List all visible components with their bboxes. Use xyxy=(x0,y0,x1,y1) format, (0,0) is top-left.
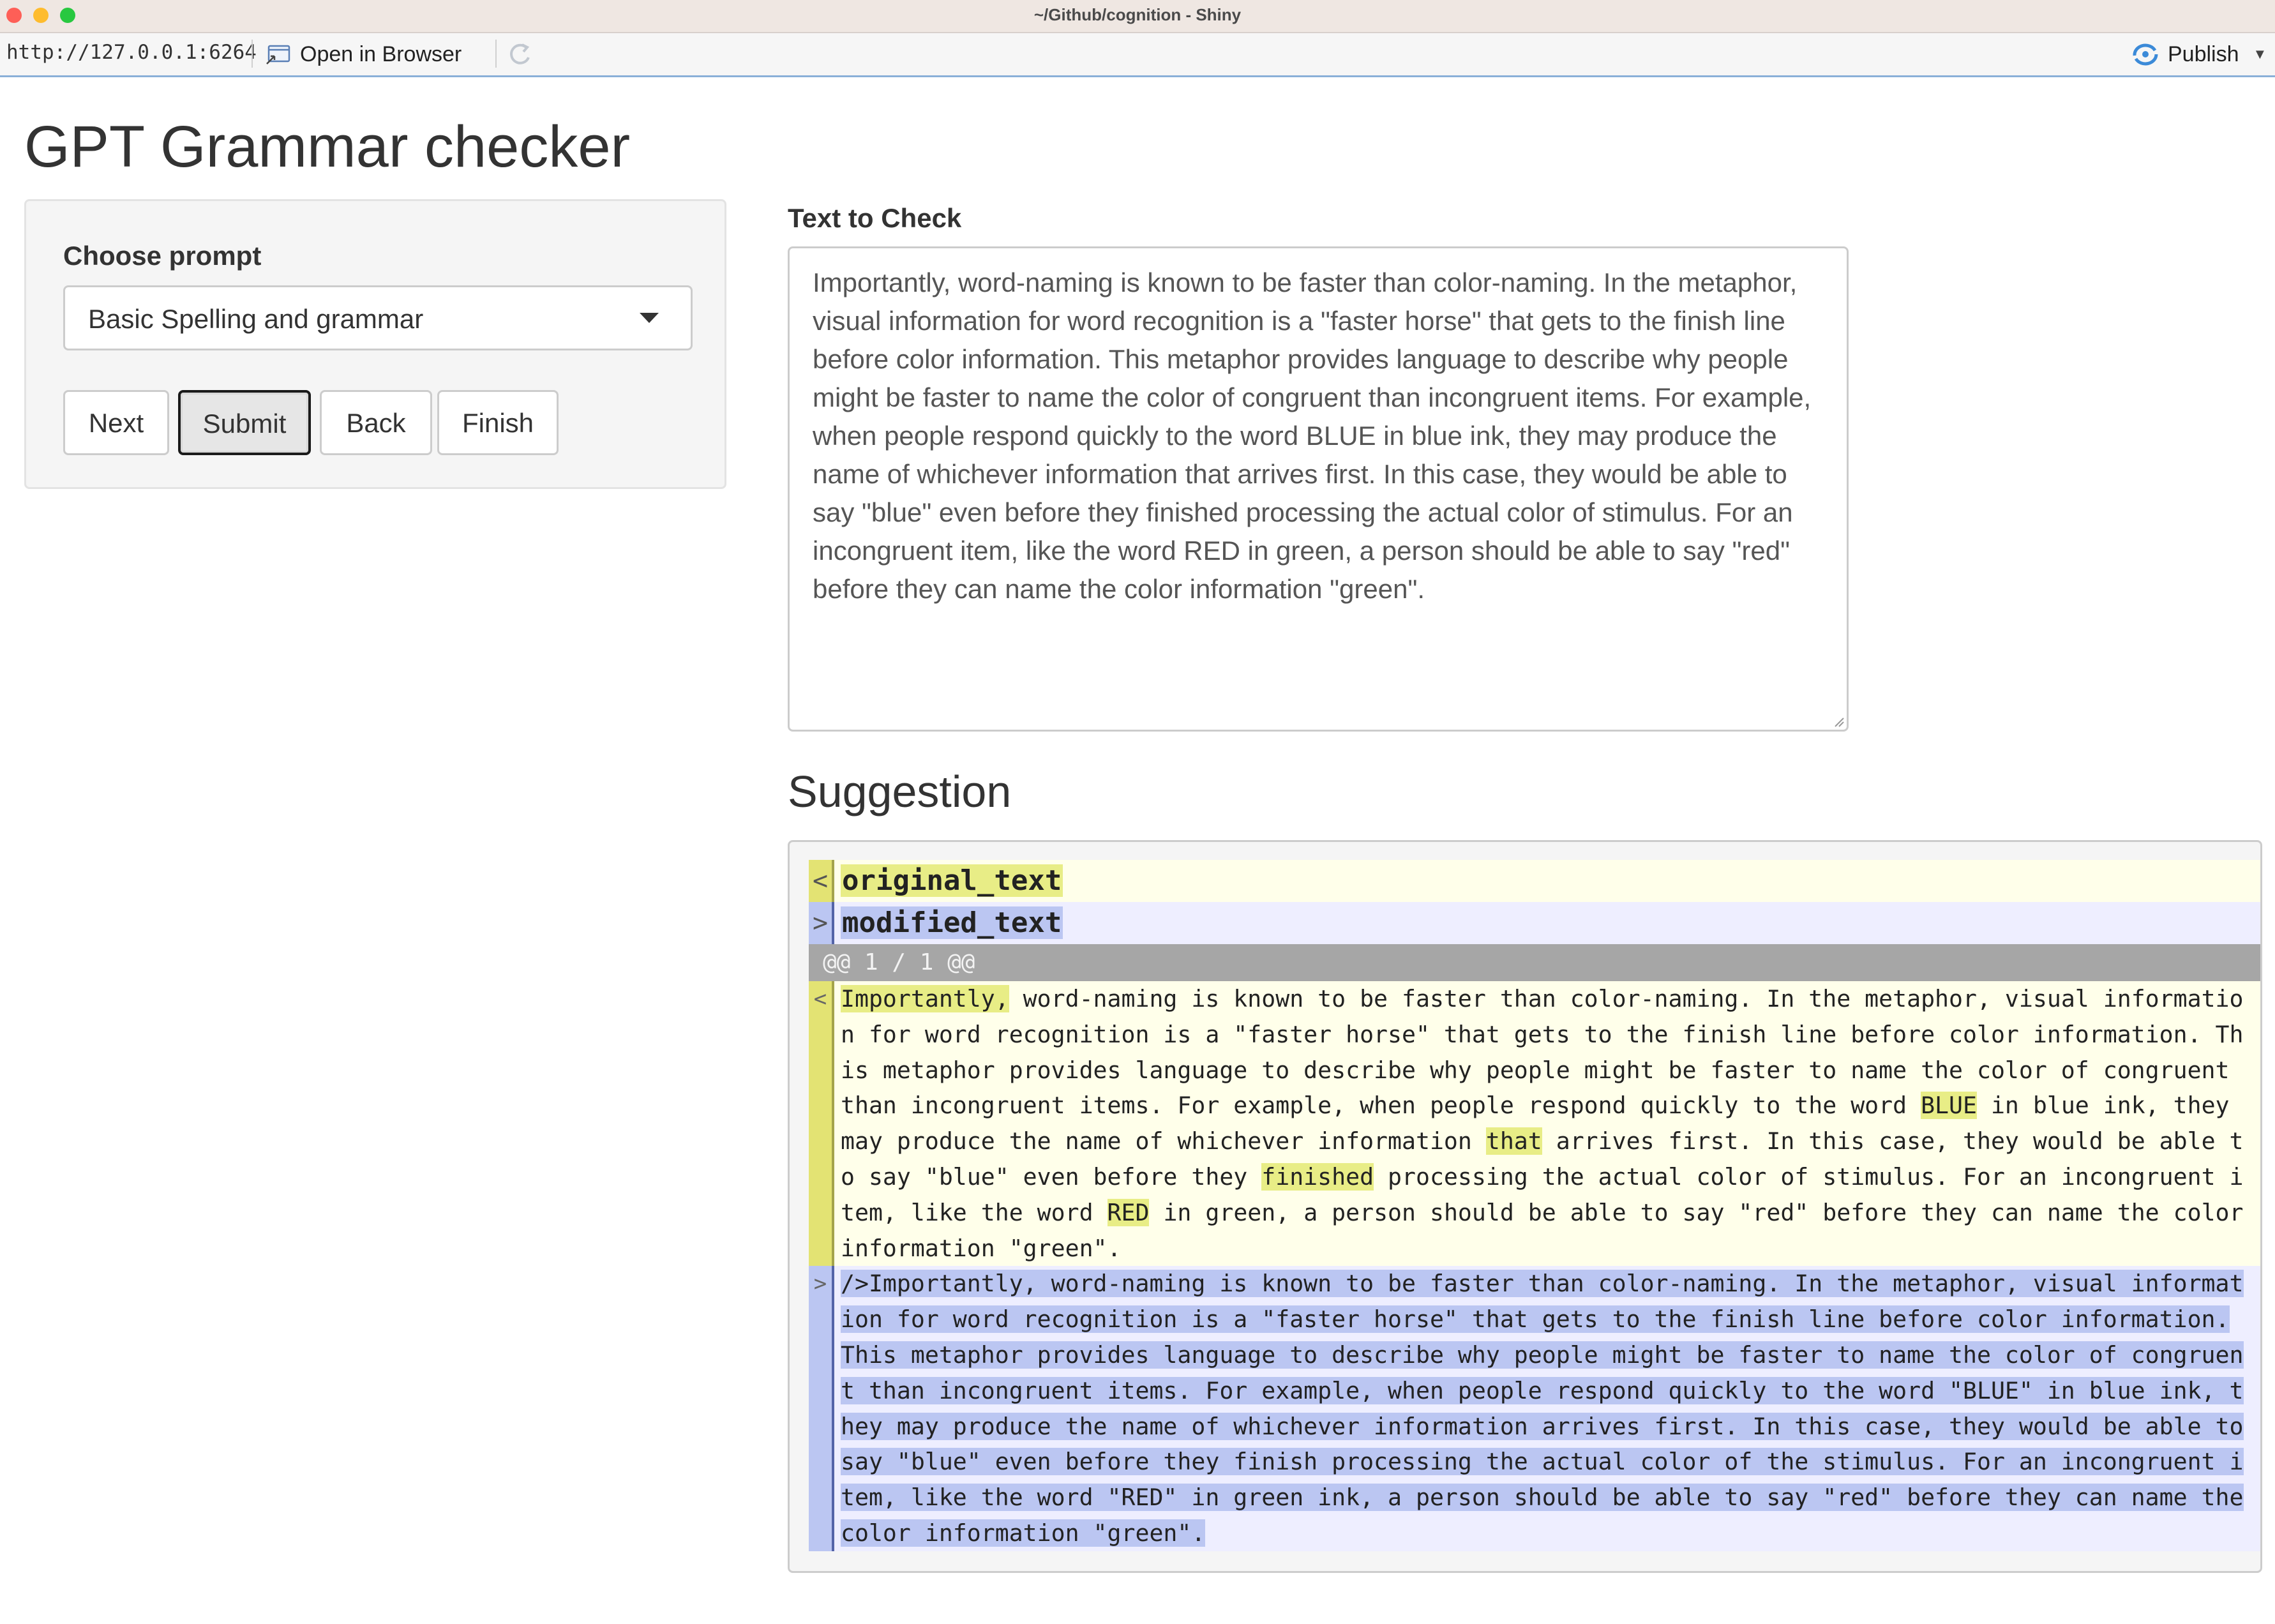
diff-changed-word: Importantly, xyxy=(841,985,1009,1012)
diff-added-marker: > xyxy=(809,902,834,944)
diff-removed-marker: < xyxy=(809,860,834,902)
diff-added-block: > />Importantly, word-naming is known to… xyxy=(809,1266,2260,1551)
toolbar-divider xyxy=(495,40,497,68)
diff-hunk-header: @@ 1 / 1 @@ xyxy=(809,944,2260,981)
diff-changed-word: finished xyxy=(1261,1162,1374,1191)
suggestion-output: < original_text > modified_text @@ 1 / 1… xyxy=(788,840,2262,1573)
diff-removed-text: Importantly, word-naming is known to be … xyxy=(834,981,2251,1266)
publish-icon xyxy=(2133,43,2158,66)
submit-button[interactable]: Submit xyxy=(178,390,311,455)
diff-changed-word: that xyxy=(1485,1127,1542,1155)
diff-removed-block: < Importantly, word-naming is known to b… xyxy=(809,981,2260,1267)
diff-added-marker: > xyxy=(809,1266,834,1551)
modified-text-label: modified_text xyxy=(841,906,1063,939)
diff-added-value: />Importantly, word-naming is known to b… xyxy=(841,1270,2244,1547)
suggestion-heading: Suggestion xyxy=(788,767,1012,816)
diff-original-header: < original_text xyxy=(809,860,2260,902)
viewer-toolbar: http://127.0.0.1:6264 Open in Browser Pu… xyxy=(0,33,2275,77)
diff-view: < original_text > modified_text @@ 1 / 1… xyxy=(809,860,2260,1551)
sidebar-panel: Choose prompt Basic Spelling and grammar… xyxy=(24,199,726,489)
diff-changed-word: RED xyxy=(1107,1198,1150,1226)
diff-modified-header: > modified_text xyxy=(809,902,2260,944)
finish-button[interactable]: Finish xyxy=(437,390,559,455)
prompt-select-value: Basic Spelling and grammar xyxy=(88,304,424,334)
resize-handle-icon[interactable] xyxy=(1833,716,1844,727)
caret-down-icon xyxy=(640,313,659,323)
refresh-icon[interactable] xyxy=(504,40,536,69)
back-button[interactable]: Back xyxy=(320,390,432,455)
text-to-check-input[interactable]: Importantly, word-naming is known to be … xyxy=(788,246,1849,732)
window-title: ~/Github/cognition - Shiny xyxy=(1033,5,1242,24)
window-titlebar: ~/Github/cognition - Shiny xyxy=(0,0,2275,33)
chevron-down-icon[interactable]: ▼ xyxy=(2253,46,2267,63)
text-to-check-value: Importantly, word-naming is known to be … xyxy=(813,267,1812,604)
page-title: GPT Grammar checker xyxy=(24,114,631,179)
open-in-browser-label: Open in Browser xyxy=(300,41,462,66)
text-to-check-label: Text to Check xyxy=(788,203,962,233)
diff-added-text: />Importantly, word-naming is known to b… xyxy=(834,1266,2251,1551)
diff-changed-word: BLUE xyxy=(1921,1092,1977,1120)
publish-button[interactable]: Publish ▼ xyxy=(2129,40,2267,69)
diff-removed-marker: < xyxy=(809,981,834,1267)
browser-window-icon xyxy=(266,45,290,64)
open-in-browser-button[interactable]: Open in Browser xyxy=(266,40,462,69)
original-text-label: original_text xyxy=(841,864,1063,897)
url-display: http://127.0.0.1:6264 xyxy=(6,41,257,64)
prompt-select[interactable]: Basic Spelling and grammar xyxy=(63,285,693,350)
choose-prompt-label: Choose prompt xyxy=(63,241,262,271)
next-button[interactable]: Next xyxy=(63,390,169,455)
toolbar-divider xyxy=(252,40,253,68)
publish-label: Publish xyxy=(2168,41,2239,66)
